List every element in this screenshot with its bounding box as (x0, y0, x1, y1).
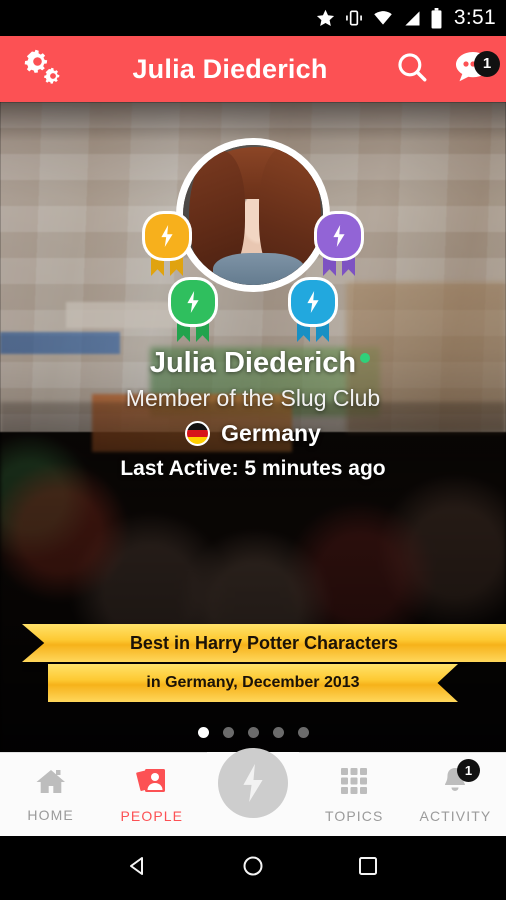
profile-hero: Julia Diederich Member of the Slug Club … (0, 102, 506, 752)
home-icon (35, 767, 67, 800)
back-triangle-icon[interactable] (125, 853, 151, 884)
profile-name: Julia Diederich (150, 347, 371, 380)
settings-button[interactable] (0, 47, 76, 92)
tab-topics-label: TOPICS (324, 807, 384, 824)
bolt-icon (333, 225, 345, 247)
tab-people-label: PEOPLE (120, 807, 184, 824)
pager-dot[interactable] (247, 727, 259, 738)
grid-icon (339, 766, 369, 801)
avatar[interactable] (176, 138, 330, 292)
award-banner-secondary[interactable]: in Germany, December 2013 (48, 664, 458, 702)
pager-dot[interactable] (272, 727, 284, 738)
people-card-icon (136, 766, 168, 801)
gears-icon (16, 47, 60, 92)
germany-flag-icon (185, 421, 211, 446)
chat-badge: 1 (474, 50, 500, 77)
bolt-icon (243, 764, 263, 802)
tab-topics[interactable]: TOPICS (304, 753, 405, 836)
badge-purple[interactable] (314, 214, 364, 276)
tab-home[interactable]: HOME (0, 753, 101, 836)
country-label: Germany (221, 420, 321, 446)
last-active-label: Last Active: 5 minutes ago (120, 457, 386, 480)
tab-activity[interactable]: ACTIVITY 1 (405, 753, 506, 836)
badge-orange[interactable] (142, 214, 192, 276)
status-time: 3:51 (453, 6, 496, 29)
online-status-dot (360, 353, 371, 363)
pager-dot[interactable] (297, 727, 309, 738)
vibrate-icon (344, 8, 364, 28)
search-icon (395, 50, 429, 89)
tab-activity-label: ACTIVITY (419, 807, 492, 824)
tab-home-label: HOME (27, 806, 74, 823)
bolt-icon (187, 291, 199, 313)
profile-info: Julia Diederich Member of the Slug Club … (0, 347, 506, 481)
bolt-icon (161, 225, 173, 247)
recents-square-icon[interactable] (355, 853, 381, 884)
bolt-icon (307, 291, 319, 313)
profile-subtitle: Member of the Slug Club (125, 385, 381, 411)
battery-icon (430, 7, 443, 29)
award-pager[interactable] (0, 727, 506, 738)
pager-dot[interactable] (222, 727, 234, 738)
activity-badge: 1 (457, 759, 481, 782)
pager-dot[interactable] (197, 727, 209, 738)
profile-country: Germany (0, 420, 506, 447)
star-icon (315, 8, 336, 29)
chat-button-appbar[interactable]: 1 (440, 49, 506, 90)
app-screen: 3:51 Julia Diederich 1 Julia Diederich M… (0, 0, 506, 900)
tab-people[interactable]: PEOPLE (101, 753, 202, 836)
home-circle-icon[interactable] (240, 853, 266, 884)
android-nav-bar (0, 836, 506, 900)
page-title: Julia Diederich (132, 53, 328, 84)
badge-blue[interactable] (288, 280, 338, 342)
avatar-badges-group (0, 138, 506, 342)
badge-green[interactable] (168, 280, 218, 342)
play-fab[interactable] (218, 748, 288, 818)
signal-icon (402, 8, 422, 28)
award-banner-primary[interactable]: Best in Harry Potter Characters (22, 624, 506, 662)
wifi-icon (372, 8, 394, 28)
app-bar: Julia Diederich 1 (0, 36, 506, 102)
search-button[interactable] (384, 50, 440, 89)
status-bar: 3:51 (0, 0, 506, 36)
